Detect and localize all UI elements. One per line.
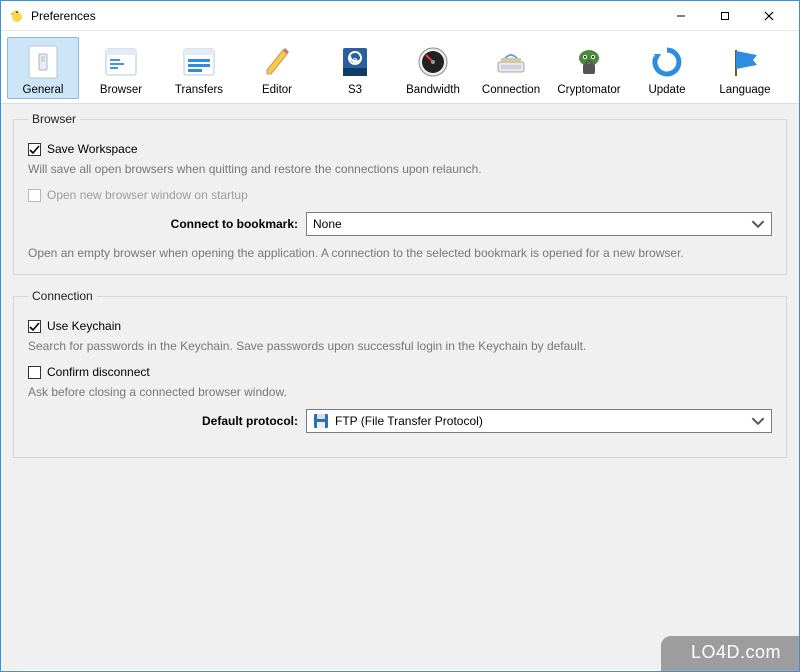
checkbox-use-keychain[interactable] <box>28 320 41 333</box>
tab-label: Bandwidth <box>406 84 460 96</box>
tab-label: S3 <box>348 84 362 96</box>
tab-connection[interactable]: Connection <box>475 37 547 99</box>
tab-general[interactable]: General <box>7 37 79 99</box>
tab-label: General <box>23 84 64 96</box>
desc-connect-bookmark: Open an empty browser when opening the a… <box>28 246 772 260</box>
tab-label: Language <box>719 84 770 96</box>
preferences-window: Preferences General Browser <box>0 0 800 672</box>
group-connection-legend: Connection <box>28 289 97 303</box>
tab-transfers[interactable]: Transfers <box>163 37 235 99</box>
preferences-toolbar: General Browser Transfers Editor a S3 <box>1 31 799 104</box>
select-value: None <box>313 217 751 231</box>
select-connect-bookmark[interactable]: None <box>306 212 772 236</box>
group-browser-legend: Browser <box>28 112 80 126</box>
tab-editor[interactable]: Editor <box>241 37 313 99</box>
chevron-down-icon <box>751 414 765 428</box>
tab-label: Cryptomator <box>557 84 620 96</box>
tab-label: Connection <box>482 84 540 96</box>
checkbox-save-workspace[interactable] <box>28 143 41 156</box>
cryptomator-icon <box>569 42 609 82</box>
label-open-new-browser: Open new browser window on startup <box>47 188 248 202</box>
tab-label: Transfers <box>175 84 223 96</box>
tab-bandwidth[interactable]: Bandwidth <box>397 37 469 99</box>
label-use-keychain: Use Keychain <box>47 319 121 333</box>
ftp-disk-icon <box>313 413 329 429</box>
group-connection: Connection Use Keychain Search for passw… <box>13 289 787 458</box>
watermark: LO4D.com <box>661 636 799 671</box>
maximize-button[interactable] <box>703 1 747 30</box>
desc-confirm-disconnect: Ask before closing a connected browser w… <box>28 385 772 399</box>
tab-label: Editor <box>262 84 292 96</box>
select-default-protocol[interactable]: FTP (File Transfer Protocol) <box>306 409 772 433</box>
general-icon <box>23 42 63 82</box>
desc-use-keychain: Search for passwords in the Keychain. Sa… <box>28 339 772 353</box>
window-title: Preferences <box>31 9 96 23</box>
tab-browser[interactable]: Browser <box>85 37 157 99</box>
titlebar: Preferences <box>1 1 799 31</box>
label-save-workspace: Save Workspace <box>47 142 138 156</box>
minimize-button[interactable] <box>659 1 703 30</box>
browser-icon <box>101 42 141 82</box>
group-browser: Browser Save Workspace Will save all ope… <box>13 112 787 275</box>
label-confirm-disconnect: Confirm disconnect <box>47 365 150 379</box>
update-refresh-icon <box>647 42 687 82</box>
checkbox-confirm-disconnect[interactable] <box>28 366 41 379</box>
label-default-protocol: Default protocol: <box>28 414 298 428</box>
close-button[interactable] <box>747 1 791 30</box>
label-connect-bookmark: Connect to bookmark: <box>28 217 298 231</box>
tab-s3[interactable]: a S3 <box>319 37 391 99</box>
bandwidth-gauge-icon <box>413 42 453 82</box>
tab-language[interactable]: Language <box>709 37 781 99</box>
select-value: FTP (File Transfer Protocol) <box>335 414 751 428</box>
editor-pencil-icon <box>257 42 297 82</box>
app-duck-icon <box>9 8 25 24</box>
language-flag-icon <box>725 42 765 82</box>
transfers-icon <box>179 42 219 82</box>
s3-icon: a <box>335 42 375 82</box>
connection-modem-icon <box>491 42 531 82</box>
tab-label: Update <box>648 84 685 96</box>
checkbox-open-new-browser <box>28 189 41 202</box>
tab-cryptomator[interactable]: Cryptomator <box>553 37 625 99</box>
desc-save-workspace: Will save all open browsers when quittin… <box>28 162 772 176</box>
tab-update[interactable]: Update <box>631 37 703 99</box>
chevron-down-icon <box>751 217 765 231</box>
tab-label: Browser <box>100 84 142 96</box>
preferences-content: Browser Save Workspace Will save all ope… <box>1 104 799 670</box>
